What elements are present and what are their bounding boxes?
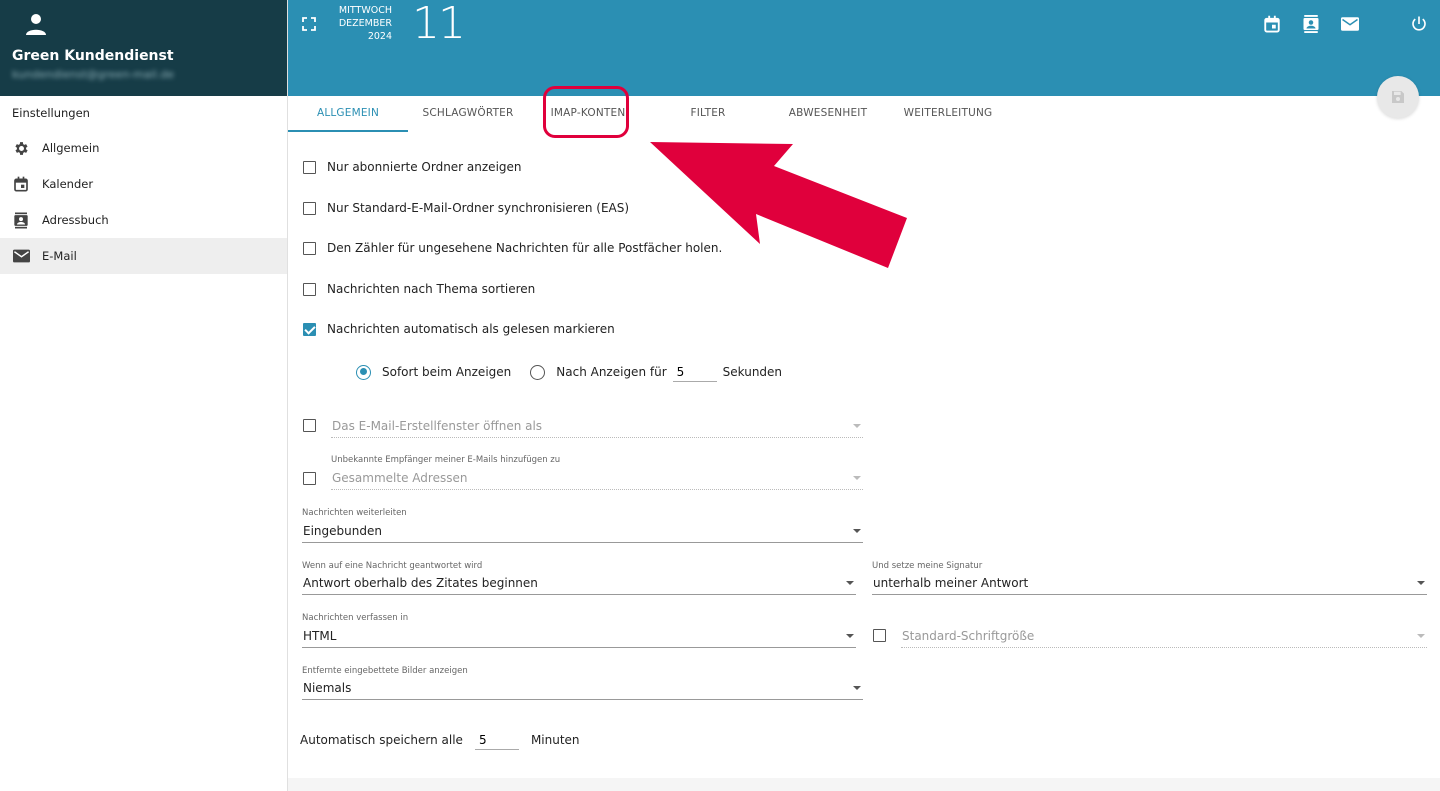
unknown-recipients-select[interactable]: Gesammelte Adressen: [331, 466, 863, 490]
mark-read-checkbox[interactable]: [303, 322, 316, 336]
field-label: Nachrichten weiterleiten: [302, 508, 407, 518]
bottom-strip: [288, 778, 1440, 791]
select-placeholder: Das E-Mail-Erstellfenster öffnen als: [332, 419, 543, 433]
select-value: HTML: [303, 629, 337, 643]
tab-weiterleitung[interactable]: WEITERLEITUNG: [888, 96, 1008, 132]
power-icon[interactable]: [1410, 15, 1428, 33]
select-value: Gesammelte Adressen: [332, 471, 468, 485]
annotation-highlight-box: [543, 86, 629, 138]
sidebar-item-label: Kalender: [42, 177, 94, 191]
autosave-label: Automatisch speichern alle: [300, 733, 463, 747]
tab-schlagwoerter[interactable]: SCHLAGWÖRTER: [408, 96, 528, 132]
compose-format-select[interactable]: HTML: [302, 624, 856, 648]
user-email: kundendienst@green-mail.de: [12, 68, 175, 81]
sort-thread-checkbox[interactable]: [303, 282, 316, 296]
top-bar: MITTWOCH DEZEMBER 2024 11: [288, 0, 1440, 96]
option-mark-read[interactable]: Nachrichten automatisch als gelesen mark…: [303, 322, 615, 336]
option-label: Nur abonnierte Ordner anzeigen: [327, 160, 522, 174]
calendar-icon: [12, 175, 30, 193]
contacts-icon[interactable]: [1302, 15, 1320, 33]
option-subscribed-only[interactable]: Nur abonnierte Ordner anzeigen: [303, 160, 522, 174]
option-label: Nur Standard-E-Mail-Ordner synchronisier…: [327, 201, 630, 215]
field-label: Entfernte eingebettete Bilder anzeigen: [302, 666, 468, 676]
mail-icon: [12, 247, 30, 265]
radio-immediate-label: Sofort beim Anzeigen: [382, 365, 512, 379]
tab-allgemein[interactable]: ALLGEMEIN: [288, 96, 408, 132]
font-size-select[interactable]: Standard-Schriftgröße: [901, 624, 1427, 648]
unseen-counter-checkbox[interactable]: [303, 241, 316, 255]
sidebar-item-label: Adressbuch: [42, 213, 109, 227]
sidebar-item-allgemein[interactable]: Allgemein: [0, 130, 287, 166]
sidebar-item-kalender[interactable]: Kalender: [0, 166, 287, 202]
fullscreen-icon[interactable]: [302, 17, 316, 31]
user-icon: [26, 14, 46, 35]
select-value: Antwort oberhalb des Zitates beginnen: [303, 576, 538, 590]
chevron-down-icon: [846, 634, 854, 638]
chevron-down-icon: [853, 424, 861, 428]
date-text: MITTWOCH DEZEMBER 2024: [328, 4, 392, 43]
chevron-down-icon: [853, 686, 861, 690]
font-size-checkbox[interactable]: [873, 629, 886, 642]
save-icon: [1392, 91, 1404, 103]
radio-immediate[interactable]: [356, 364, 371, 380]
field-label: Nachrichten verfassen in: [302, 613, 409, 623]
user-block: Green Kundendienst kundendienst@green-ma…: [0, 0, 287, 96]
user-name: Green Kundendienst: [12, 48, 174, 64]
unknown-recipients-checkbox[interactable]: [303, 472, 316, 485]
option-label: Nachrichten nach Thema sortieren: [327, 282, 536, 296]
contacts-icon: [12, 211, 30, 229]
seconds-unit: Sekunden: [722, 365, 783, 379]
radio-after-label: Nach Anzeigen für: [556, 365, 667, 379]
option-sort-thread[interactable]: Nachrichten nach Thema sortieren: [303, 282, 535, 296]
autosave-unit: Minuten: [530, 733, 580, 747]
save-button[interactable]: [1377, 76, 1419, 118]
chevron-down-icon: [846, 581, 854, 585]
seconds-input[interactable]: [672, 362, 717, 382]
sync-standard-checkbox[interactable]: [303, 201, 316, 215]
sidebar-item-label: E-Mail: [42, 249, 77, 263]
date-weekday: MITTWOCH: [338, 5, 392, 16]
chevron-down-icon: [853, 529, 861, 533]
autosave-input[interactable]: [474, 730, 519, 750]
compose-window-select[interactable]: Das E-Mail-Erstellfenster öffnen als: [331, 414, 863, 438]
mail-icon[interactable]: [1341, 17, 1359, 31]
radio-after[interactable]: [530, 364, 546, 380]
remote-images-select[interactable]: Niemals: [302, 676, 863, 700]
sidebar-item-adressbuch[interactable]: Adressbuch: [0, 202, 287, 238]
date-day: 11: [412, 0, 466, 49]
settings-tabs: ALLGEMEIN SCHLAGWÖRTER IMAP-KONTEN FILTE…: [288, 96, 1008, 132]
chevron-down-icon: [1417, 634, 1425, 638]
annotation-arrow-icon: [650, 142, 907, 268]
mark-read-timing: Sofort beim Anzeigen Nach Anzeigen für S…: [356, 362, 782, 382]
date-year: 2024: [367, 31, 392, 42]
compose-window-checkbox[interactable]: [303, 419, 316, 432]
autosave-row: Automatisch speichern alle Minuten: [300, 730, 580, 750]
reply-select[interactable]: Antwort oberhalb des Zitates beginnen: [302, 571, 856, 595]
sidebar-item-label: Allgemein: [42, 141, 100, 155]
signature-select[interactable]: unterhalb meiner Antwort: [872, 571, 1427, 595]
field-label: Unbekannte Empfänger meiner E-Mails hinz…: [331, 455, 561, 465]
select-value: unterhalb meiner Antwort: [873, 576, 1029, 590]
select-placeholder: Standard-Schriftgröße: [902, 629, 1035, 643]
date-month: DEZEMBER: [338, 18, 392, 29]
forward-select[interactable]: Eingebunden: [302, 519, 863, 543]
option-label: Nachrichten automatisch als gelesen mark…: [327, 322, 615, 336]
gear-icon: [12, 139, 30, 157]
tab-filter[interactable]: FILTER: [648, 96, 768, 132]
chevron-down-icon: [1417, 581, 1425, 585]
calendar-icon[interactable]: [1263, 15, 1281, 33]
option-sync-standard[interactable]: Nur Standard-E-Mail-Ordner synchronisier…: [303, 201, 629, 215]
field-label: Wenn auf eine Nachricht geantwortet wird: [302, 561, 483, 571]
select-value: Eingebunden: [303, 524, 382, 538]
field-label: Und setze meine Signatur: [872, 561, 983, 571]
select-value: Niemals: [303, 681, 352, 695]
settings-section-title: Einstellungen: [12, 106, 90, 120]
tab-abwesenheit[interactable]: ABWESENHEIT: [768, 96, 888, 132]
subscribed-only-checkbox[interactable]: [303, 160, 316, 174]
sidebar-item-email[interactable]: E-Mail: [0, 238, 287, 274]
chevron-down-icon: [853, 476, 861, 480]
sidebar: Green Kundendienst kundendienst@green-ma…: [0, 0, 288, 791]
